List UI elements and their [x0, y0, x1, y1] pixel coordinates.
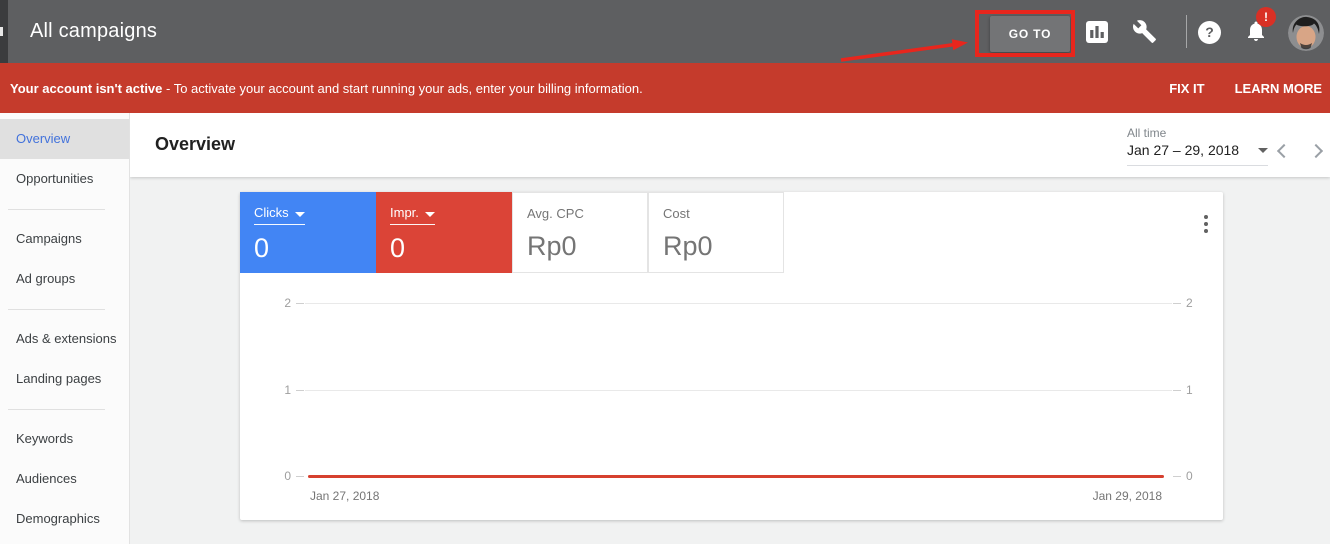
scorecard-impressions-value: 0: [390, 233, 406, 263]
help-icon[interactable]: ?: [1198, 21, 1221, 44]
y-axis-label: 1: [1186, 383, 1193, 397]
nav-edge-strip: [0, 0, 8, 63]
y-axis-label: 1: [284, 383, 291, 397]
y-axis-tick: [1173, 476, 1181, 477]
y-axis-label: 0: [1186, 469, 1193, 483]
scorecard-cost-label: Cost: [663, 206, 690, 221]
y-axis-tick: [296, 303, 304, 304]
sidebar-item-opportunities[interactable]: Opportunities: [0, 159, 129, 199]
top-bar: All campaigns GO TO ? !: [0, 0, 1330, 63]
scorecard-impressions-label[interactable]: Impr.: [390, 205, 419, 225]
gridline: [305, 390, 1172, 391]
reports-icon[interactable]: [1086, 21, 1108, 43]
scorecard-clicks-value: 0: [254, 233, 270, 263]
toolbar-divider: [1186, 15, 1187, 48]
banner-detail: - To activate your account and start run…: [162, 80, 643, 96]
page-title: Overview: [155, 134, 236, 154]
date-range-selector[interactable]: All time Jan 27 – 29, 2018: [1127, 126, 1268, 166]
caret-down-icon[interactable]: [1258, 147, 1268, 153]
scorecard-impressions[interactable]: Impr. 0: [376, 192, 512, 273]
annotation-arrow-icon: [840, 39, 968, 62]
banner-actions: FIX IT LEARN MORE: [1169, 81, 1330, 96]
sidebar-item-ad-groups[interactable]: Ad groups: [0, 259, 129, 299]
sidebar-item-keywords[interactable]: Keywords: [0, 419, 129, 459]
overview-summary-card: Clicks 0 Impr. 0 Avg. CPC Rp0 Cost Rp0 2…: [240, 192, 1223, 520]
banner-message: Your account isn't active - To activate …: [0, 81, 1169, 96]
account-avatar[interactable]: [1288, 15, 1324, 51]
y-axis-tick: [1173, 303, 1181, 304]
scorecard-avg-cpc-value: Rp0: [527, 231, 577, 261]
scorecard-cost[interactable]: Cost Rp0: [648, 192, 784, 273]
notification-alert-badge: !: [1256, 7, 1276, 27]
dropdown-caret-icon[interactable]: [294, 212, 305, 217]
sidebar-divider: [0, 199, 129, 219]
sidebar-item-landing-pages[interactable]: Landing pages: [0, 359, 129, 399]
scorecard-cost-value: Rp0: [663, 231, 713, 261]
fix-it-link[interactable]: FIX IT: [1169, 81, 1204, 96]
page-header: Overview All time Jan 27 – 29, 2018: [130, 113, 1330, 177]
y-axis-label: 2: [284, 296, 291, 310]
sidebar-item-audiences[interactable]: Audiences: [0, 459, 129, 499]
y-axis-tick: [296, 390, 304, 391]
scorecard-avg-cpc-label: Avg. CPC: [527, 206, 584, 221]
x-axis-label-end: Jan 29, 2018: [1092, 489, 1162, 503]
y-axis-tick: [1173, 390, 1181, 391]
next-period-chevron-icon[interactable]: [1308, 143, 1324, 159]
date-range-value: Jan 27 – 29, 2018: [1127, 142, 1240, 158]
scorecard-clicks-label[interactable]: Clicks: [254, 205, 289, 225]
scorecard-clicks[interactable]: Clicks 0: [240, 192, 376, 273]
sidebar-divider: [0, 299, 129, 319]
date-range-period-label: All time: [1127, 126, 1167, 140]
google-ads-app: All campaigns GO TO ? ! Your account isn…: [0, 0, 1330, 544]
page-scope-title: All campaigns: [30, 20, 158, 42]
scorecard-avg-cpc[interactable]: Avg. CPC Rp0: [512, 192, 648, 273]
y-axis-label: 2: [1186, 296, 1193, 310]
y-axis-label: 0: [284, 469, 291, 483]
go-to-button[interactable]: GO TO: [990, 16, 1070, 52]
previous-period-chevron-icon[interactable]: [1276, 143, 1292, 159]
tools-wrench-icon[interactable]: [1132, 19, 1157, 44]
sidebar-item-overview[interactable]: Overview: [0, 119, 129, 159]
impressions-series-line: [308, 475, 1164, 478]
gridline: [305, 303, 1172, 304]
card-overflow-menu-icon[interactable]: [1195, 210, 1217, 238]
left-nav-sidebar: Overview Opportunities Campaigns Ad grou…: [0, 113, 130, 544]
y-axis-tick: [296, 476, 304, 477]
sidebar-item-demographics[interactable]: Demographics: [0, 499, 129, 539]
sidebar-divider: [0, 399, 129, 419]
account-status-banner: Your account isn't active - To activate …: [0, 63, 1330, 113]
content-area: Clicks 0 Impr. 0 Avg. CPC Rp0 Cost Rp0 2…: [130, 177, 1330, 544]
performance-line-chart: 2 1 0 2 1 0 Jan 27, 2018 Jan 29, 2018: [284, 296, 1192, 503]
banner-title: Your account isn't active: [10, 80, 163, 96]
learn-more-link[interactable]: LEARN MORE: [1235, 81, 1322, 96]
sidebar-item-ads-extensions[interactable]: Ads & extensions: [0, 319, 129, 359]
dropdown-caret-icon[interactable]: [424, 212, 435, 217]
sidebar-item-campaigns[interactable]: Campaigns: [0, 219, 129, 259]
menu-icon[interactable]: [0, 27, 3, 36]
x-axis-label-start: Jan 27, 2018: [310, 489, 380, 503]
